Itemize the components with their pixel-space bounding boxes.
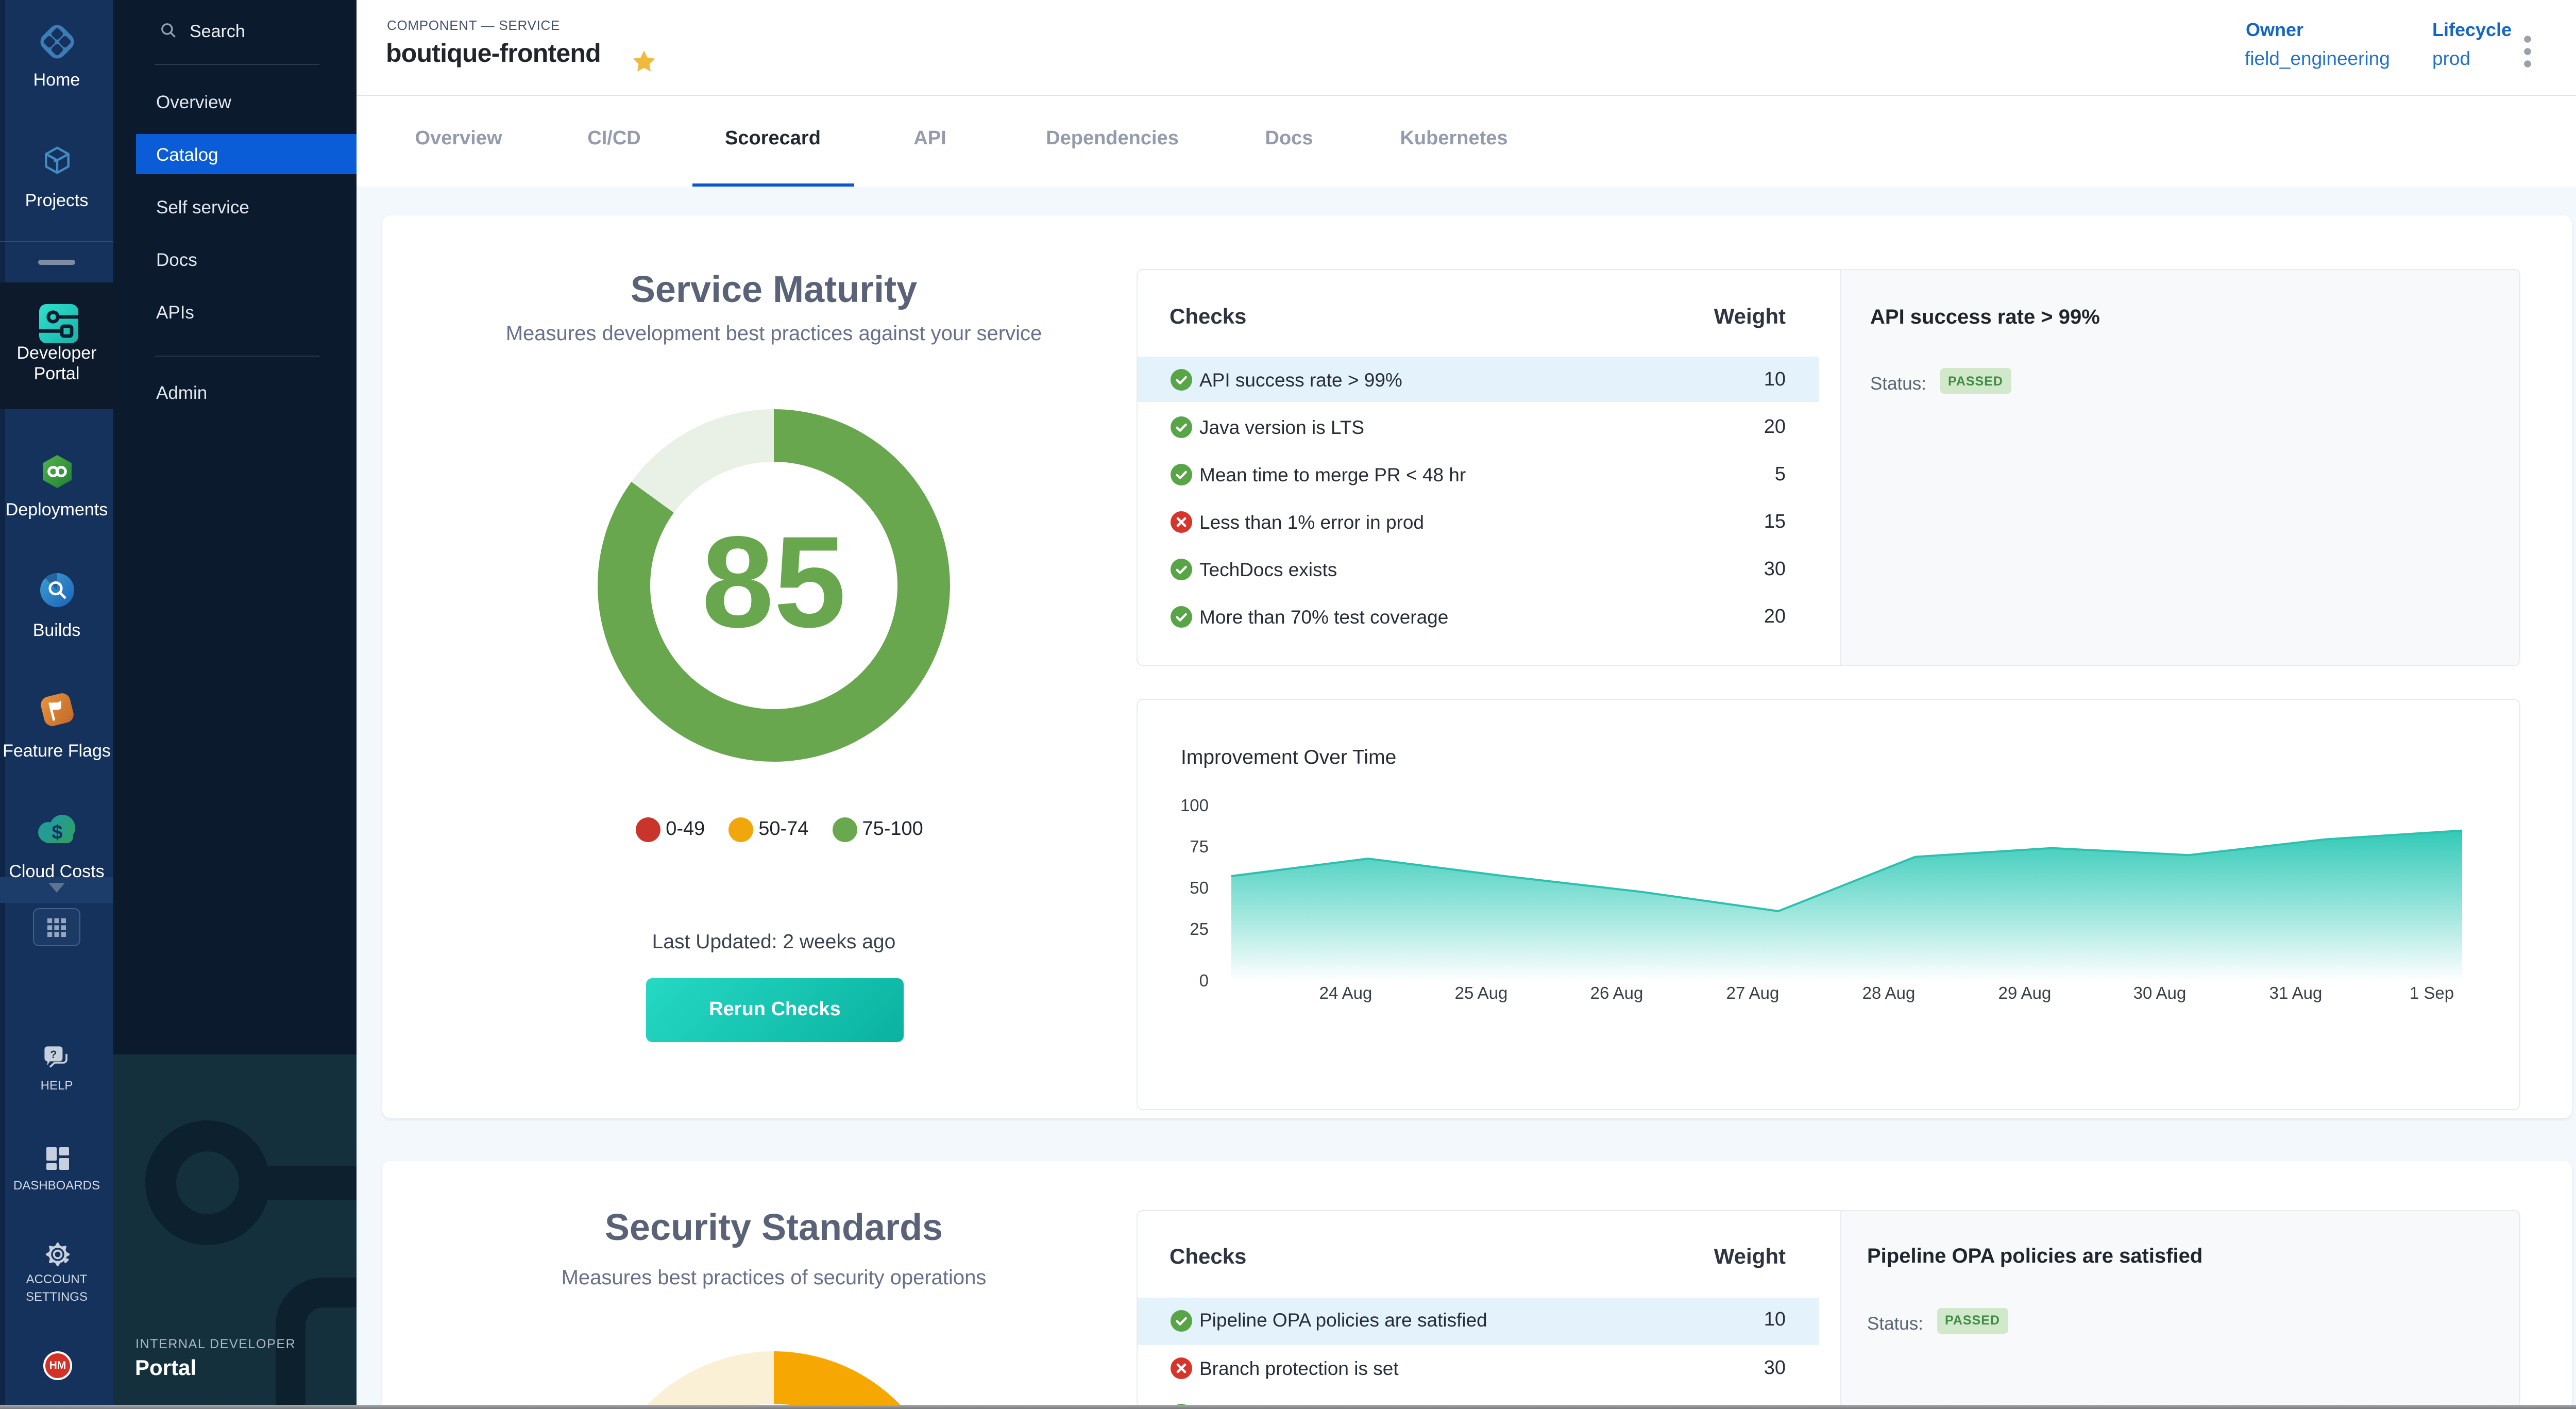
svg-text:$: $ [52, 822, 62, 844]
svg-text:?: ? [50, 1049, 57, 1061]
